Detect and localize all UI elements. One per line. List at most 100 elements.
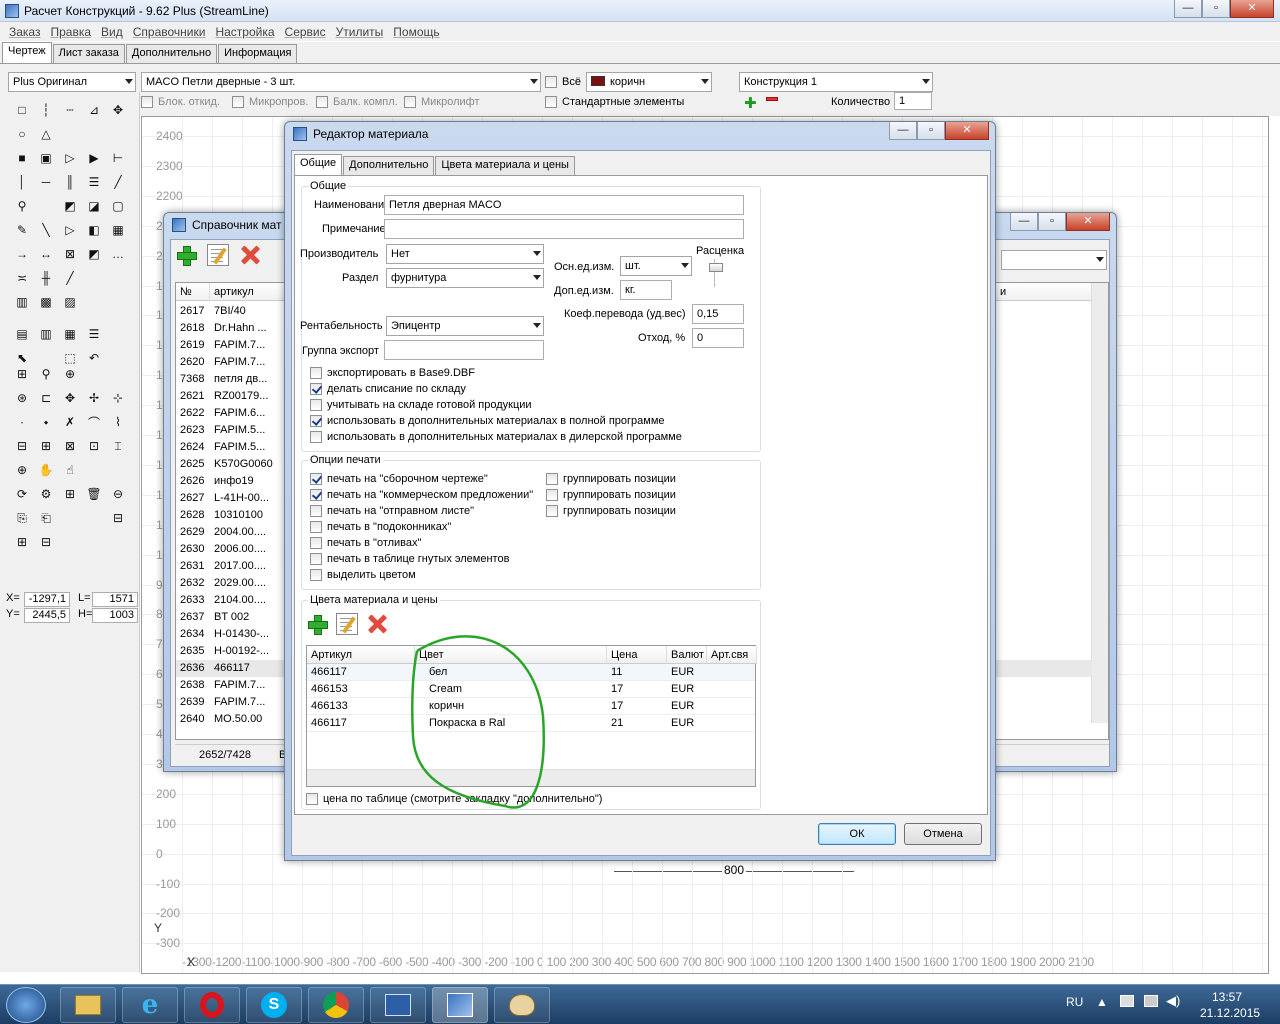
- drawing-tool-icon[interactable]: ⊡: [84, 436, 104, 456]
- tab-editor-additional[interactable]: Дополнительно: [343, 156, 435, 175]
- reference-scrollbar[interactable]: [1091, 283, 1108, 723]
- drawing-tool-icon[interactable]: ✗: [60, 412, 80, 432]
- drawing-tool-icon[interactable]: ⊠: [60, 244, 80, 264]
- drawing-tool-icon[interactable]: ⌇: [108, 412, 128, 432]
- drawing-tool-icon[interactable]: ⬩: [36, 412, 56, 432]
- app-taskbar-icon[interactable]: [370, 987, 426, 1023]
- construction-item-select[interactable]: MACO Петли дверные - 3 шт.: [141, 72, 541, 92]
- paint-taskbar-icon[interactable]: [494, 987, 550, 1023]
- drawing-tool-icon[interactable]: ╫: [36, 268, 56, 288]
- explorer-taskbar-icon[interactable]: [60, 987, 116, 1023]
- drawing-tool-icon[interactable]: ⊖: [108, 484, 128, 504]
- microvent-checkbox[interactable]: Микропров.: [232, 96, 308, 108]
- flag-icon[interactable]: [1120, 995, 1134, 1007]
- drawing-tool-icon[interactable]: ☰: [84, 324, 104, 344]
- remove-construction-icon[interactable]: [766, 97, 778, 101]
- drawing-tool-icon[interactable]: ◧: [84, 220, 104, 240]
- col-number-header[interactable]: №: [176, 283, 210, 301]
- drawing-tool-icon[interactable]: ⊢: [108, 148, 128, 168]
- col-article-header[interactable]: артикул: [210, 283, 286, 301]
- tab-info[interactable]: Информация: [218, 44, 298, 63]
- drawing-tool-icon[interactable]: ┆: [36, 100, 56, 120]
- delete-icon[interactable]: [239, 244, 261, 266]
- menu-view[interactable]: Вид: [96, 25, 128, 39]
- reference-close-button[interactable]: ✕: [1066, 213, 1110, 231]
- drawing-tool-icon[interactable]: ▢: [108, 196, 128, 216]
- drawing-tool-icon[interactable]: ✋: [36, 460, 56, 480]
- color-select[interactable]: коричн: [586, 72, 712, 92]
- edit-icon[interactable]: [207, 244, 229, 266]
- drawing-tool-icon[interactable]: ⌒: [84, 412, 104, 432]
- drawing-tool-icon[interactable]: ╲: [36, 220, 56, 240]
- editor-minimize-button[interactable]: —: [889, 122, 917, 140]
- drawing-tool-icon[interactable]: ▷: [60, 148, 80, 168]
- add-construction-icon[interactable]: ✚: [744, 94, 757, 112]
- calc-taskbar-icon[interactable]: [432, 987, 488, 1023]
- drawing-tool-icon[interactable]: ▷: [60, 220, 80, 240]
- drawing-tool-icon[interactable]: ▤: [12, 324, 32, 344]
- drawing-tool-icon[interactable]: ∙: [12, 412, 32, 432]
- drawing-tool-icon[interactable]: ✥: [60, 388, 80, 408]
- x-coord-field[interactable]: -1297,1: [24, 592, 70, 607]
- drawing-tool-icon[interactable]: ⊛: [12, 388, 32, 408]
- drawing-tool-icon[interactable]: ⊟: [12, 436, 32, 456]
- drawing-tool-icon[interactable]: ⊞: [12, 532, 32, 552]
- reference-minimize-button[interactable]: —: [1010, 213, 1038, 231]
- drawing-tool-icon[interactable]: 🗑: [84, 484, 104, 504]
- menu-utilities[interactable]: Утилиты: [331, 25, 389, 39]
- drawing-tool-icon[interactable]: ◪: [84, 196, 104, 216]
- menu-help[interactable]: Помощь: [388, 25, 444, 39]
- drawing-tool-icon[interactable]: │: [12, 172, 32, 192]
- menu-service[interactable]: Сервис: [280, 25, 331, 39]
- minimize-button[interactable]: —: [1174, 0, 1202, 18]
- block-checkbox[interactable]: Блок. откид.: [141, 96, 220, 108]
- tab-additional[interactable]: Дополнительно: [125, 44, 218, 63]
- drawing-tool-icon[interactable]: ○: [12, 124, 32, 144]
- drawing-tool-icon[interactable]: ⊞: [12, 364, 32, 384]
- drawing-tool-icon[interactable]: ▦: [60, 324, 80, 344]
- standard-elements-checkbox[interactable]: Стандартные элементы: [545, 96, 684, 108]
- drawing-tool-icon[interactable]: ▨: [60, 292, 80, 312]
- all-checkbox[interactable]: Всё: [545, 76, 581, 88]
- chrome-taskbar-icon[interactable]: [308, 987, 364, 1023]
- drawing-tool-icon[interactable]: ⊟: [108, 508, 128, 528]
- drawing-tool-icon[interactable]: ≍: [12, 268, 32, 288]
- ie-taskbar-icon[interactable]: e: [122, 987, 178, 1023]
- drawing-tool-icon[interactable]: ⊟: [36, 532, 56, 552]
- language-indicator[interactable]: RU: [1066, 995, 1083, 1009]
- drawing-tool-icon[interactable]: ↶: [84, 348, 104, 368]
- quantity-field[interactable]: 1: [894, 92, 932, 110]
- clock-date[interactable]: 21.12.2015: [1200, 1006, 1260, 1020]
- tab-drawing[interactable]: Чертеж: [2, 42, 52, 63]
- ok-button[interactable]: ОК: [818, 823, 896, 845]
- drawing-tool-icon[interactable]: ⚲: [36, 364, 56, 384]
- start-button[interactable]: [6, 987, 46, 1023]
- drawing-tool-icon[interactable]: ⟳: [12, 484, 32, 504]
- opera-taskbar-icon[interactable]: [184, 987, 240, 1023]
- maximize-button[interactable]: ▫: [1202, 0, 1230, 18]
- drawing-tool-icon[interactable]: ⎘: [12, 508, 32, 528]
- drawing-tool-icon[interactable]: ⊞: [60, 484, 80, 504]
- drawing-tool-icon[interactable]: ▩: [36, 292, 56, 312]
- menu-directories[interactable]: Справочники: [128, 25, 211, 39]
- drawing-tool-icon[interactable]: ⎗: [36, 508, 56, 528]
- drawing-tool-icon[interactable]: ◩: [60, 196, 80, 216]
- profile-select[interactable]: Plus Оригинал: [8, 72, 136, 92]
- volume-icon[interactable]: ◀): [1166, 993, 1180, 1009]
- drawing-tool-icon[interactable]: ⊹: [108, 388, 128, 408]
- y-coord-field[interactable]: 2445,5: [24, 608, 70, 623]
- col-extra-header[interactable]: и: [996, 283, 1092, 301]
- drawing-tool-icon[interactable]: ⊕: [12, 460, 32, 480]
- editor-close-button[interactable]: ✕: [945, 122, 989, 140]
- editor-maximize-button[interactable]: ▫: [917, 122, 945, 140]
- drawing-tool-icon[interactable]: ⊏: [36, 388, 56, 408]
- drawing-tool-icon[interactable]: ⊠: [60, 436, 80, 456]
- drawing-tool-icon[interactable]: ☰: [84, 172, 104, 192]
- drawing-tool-icon[interactable]: △: [36, 124, 56, 144]
- drawing-tool-icon[interactable]: ✎: [12, 220, 32, 240]
- reference-maximize-button[interactable]: ▫: [1038, 213, 1066, 231]
- close-button[interactable]: ✕: [1230, 0, 1274, 18]
- drawing-tool-icon[interactable]: ┄: [60, 100, 80, 120]
- drawing-tool-icon[interactable]: ▶: [84, 148, 104, 168]
- add-icon[interactable]: [175, 244, 197, 266]
